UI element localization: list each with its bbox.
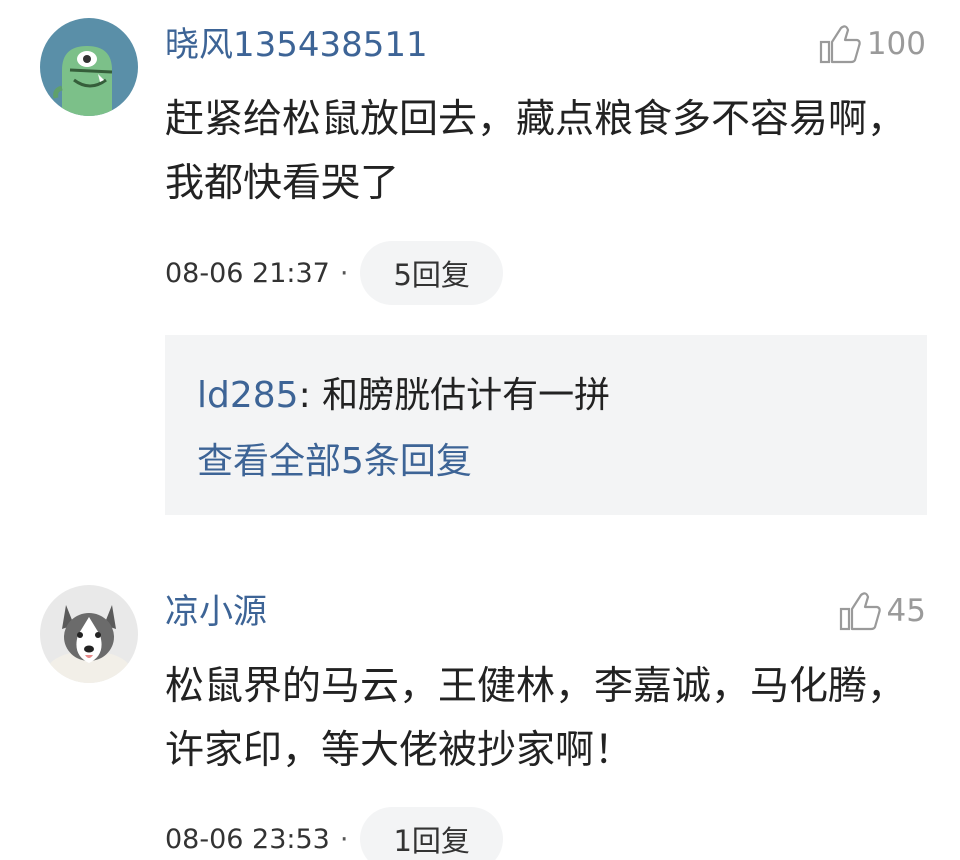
- like-count: 45: [886, 593, 926, 629]
- comment-username[interactable]: 凉小源: [165, 592, 267, 632]
- like-button[interactable]: 100: [817, 22, 926, 66]
- monster-avatar-icon: [40, 18, 138, 116]
- reply-count-button[interactable]: 5回复: [360, 241, 503, 305]
- husky-dog-avatar-icon: [40, 585, 138, 683]
- comment-username[interactable]: 晓风135438511: [165, 25, 428, 65]
- thumbs-up-icon: [839, 592, 881, 631]
- meta-separator: ·: [339, 257, 349, 289]
- comment-timestamp: 08-06 23:53: [165, 823, 330, 855]
- reply-username[interactable]: ld285: [197, 375, 299, 416]
- like-button[interactable]: 45: [837, 589, 926, 633]
- meta-separator: ·: [339, 823, 349, 855]
- comment-meta: 08-06 23:53 · 1回复: [165, 807, 503, 860]
- comment-meta: 08-06 21:37 · 5回复: [165, 241, 503, 305]
- view-all-replies-link[interactable]: 查看全部5条回复: [197, 437, 472, 487]
- reply-preview-box[interactable]: ld285: 和膀胱估计有一拼 查看全部5条回复: [165, 335, 927, 515]
- user-avatar[interactable]: [40, 585, 138, 683]
- user-avatar[interactable]: [40, 18, 138, 116]
- comment-text: 赶紧给松鼠放回去，藏点粮食多不容易啊，我都快看哭了: [165, 97, 907, 206]
- comment-timestamp: 08-06 21:37: [165, 257, 330, 289]
- thumbs-up-icon: [819, 25, 861, 64]
- reply-colon: :: [298, 375, 323, 416]
- reply-count-button[interactable]: 1回复: [360, 807, 503, 860]
- comment-text: 松鼠界的马云，王健林，李嘉诚，马化腾，许家印，等大佬被抄家啊！: [165, 664, 907, 773]
- featured-reply: ld285: 和膀胱估计有一拼: [197, 371, 610, 421]
- reply-text: 和膀胱估计有一拼: [322, 375, 611, 416]
- comment-list: 晓风135438511 100 赶紧给松鼠放回去，藏点粮食多不容易啊，我都快看哭…: [0, 0, 960, 860]
- like-count: 100: [866, 26, 926, 62]
